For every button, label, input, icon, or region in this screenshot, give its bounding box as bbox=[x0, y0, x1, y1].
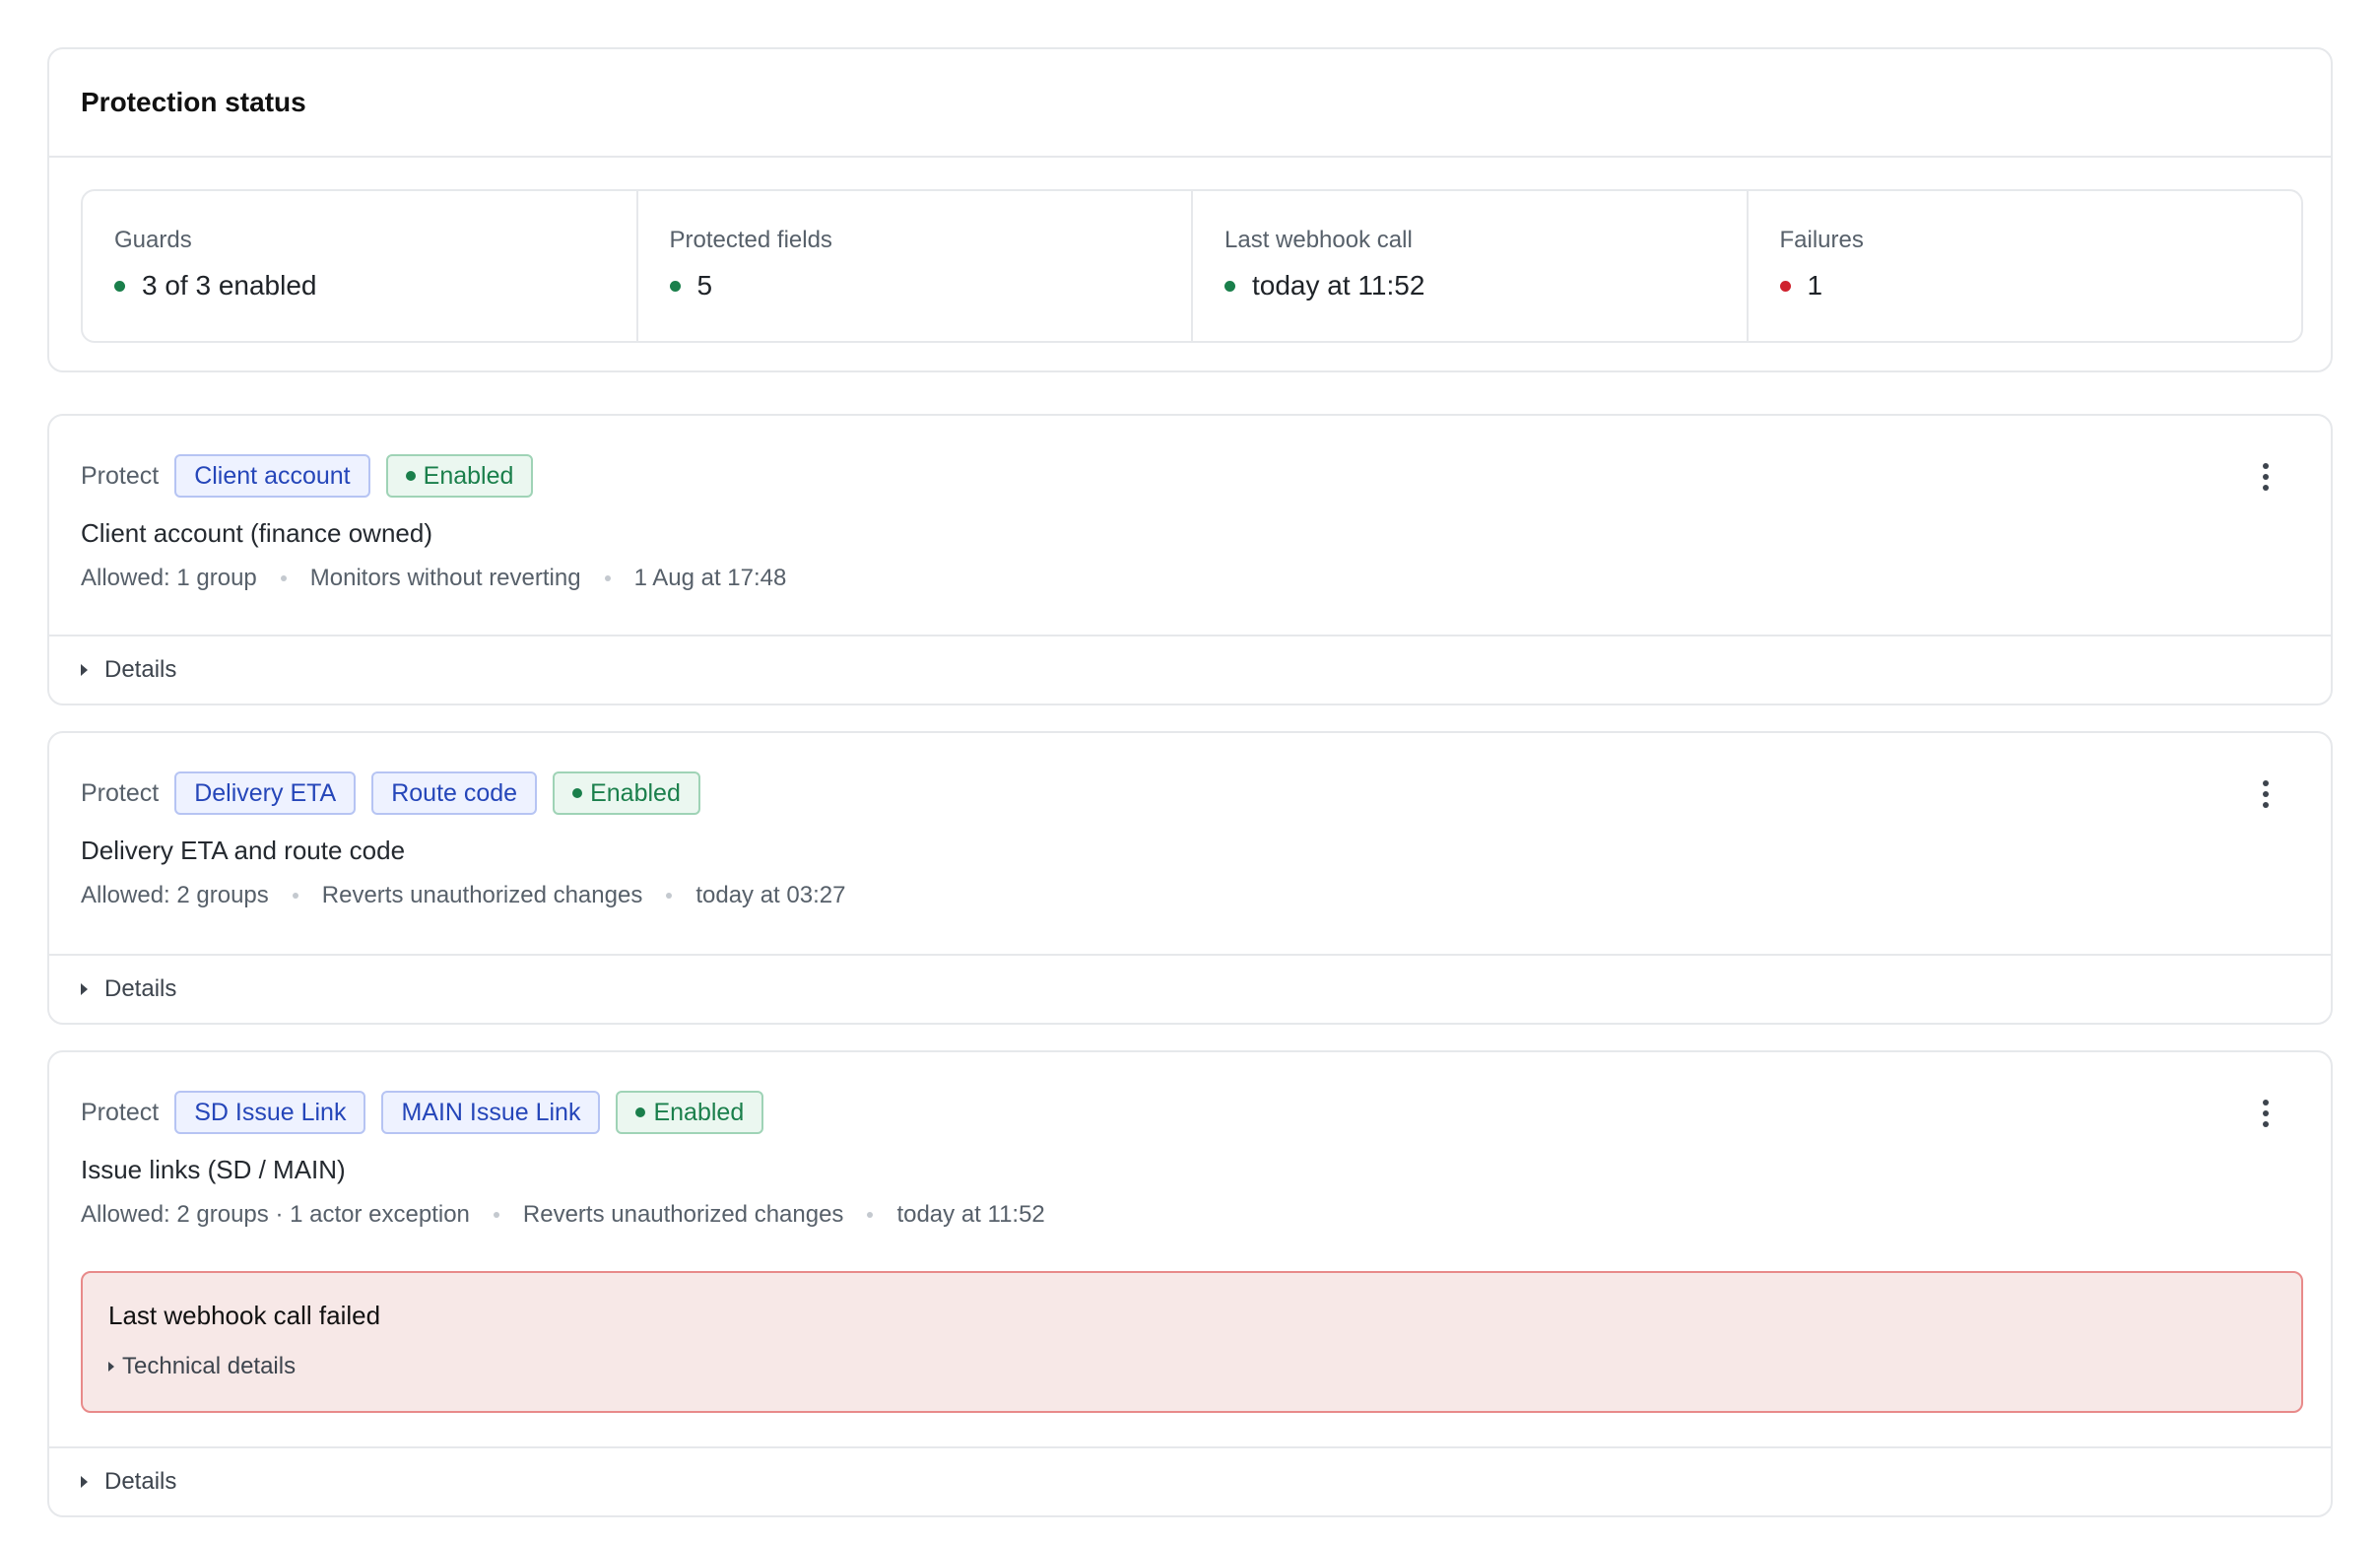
status-dot-icon bbox=[572, 788, 583, 798]
technical-details-toggle[interactable]: Technical details bbox=[108, 1353, 2276, 1380]
status-dot-icon bbox=[114, 280, 125, 292]
separator-dot bbox=[493, 1212, 499, 1218]
status-dot-icon bbox=[669, 280, 681, 292]
enabled-badge: Enabled bbox=[385, 454, 534, 498]
status-value-text: 5 bbox=[696, 270, 713, 301]
details-label: Details bbox=[104, 1468, 177, 1495]
kebab-menu-icon[interactable] bbox=[2256, 776, 2276, 812]
enabled-badge-label: Enabled bbox=[423, 461, 514, 490]
status-label: Protected fields bbox=[669, 227, 832, 253]
enabled-badge-label: Enabled bbox=[590, 778, 681, 807]
separator-dot bbox=[666, 893, 673, 899]
details-toggle[interactable]: Details bbox=[49, 1446, 2331, 1515]
guard-tags-row: Protect Delivery ETA Route code Enabled bbox=[81, 770, 2299, 816]
details-label: Details bbox=[104, 975, 177, 1002]
status-value: 5 bbox=[669, 270, 1192, 302]
kebab-menu-icon[interactable] bbox=[2256, 459, 2276, 495]
status-cell-protected-fields: Protected fields 5 bbox=[638, 191, 1193, 341]
status-cell-failures: Failures 1 bbox=[1749, 191, 2302, 341]
separator-dot bbox=[280, 575, 287, 581]
field-tag: Client account bbox=[174, 454, 370, 498]
guard-meta: Allowed: 2 groups · 1 actor exception Re… bbox=[81, 1201, 2299, 1229]
guard-name: Issue links (SD / MAIN) bbox=[81, 1155, 346, 1184]
guard-body: Protect Client account Enabled Client ac… bbox=[49, 416, 2331, 592]
separator-dot bbox=[292, 893, 298, 899]
meta-timestamp: 1 Aug at 17:48 bbox=[633, 565, 787, 591]
guard-tags-row: Protect SD Issue Link MAIN Issue Link En… bbox=[81, 1090, 2299, 1135]
meta-timestamp: today at 11:52 bbox=[896, 1201, 1045, 1228]
field-tag: Route code bbox=[371, 771, 538, 815]
enabled-badge: Enabled bbox=[616, 1091, 764, 1134]
guard-card: Protect Client account Enabled Client ac… bbox=[47, 414, 2333, 705]
status-cell-last-webhook: Last webhook call today at 11:52 bbox=[1193, 191, 1749, 341]
meta-allowed: Allowed: 2 groups · 1 actor exception bbox=[81, 1201, 470, 1228]
meta-mode: Reverts unauthorized changes bbox=[321, 882, 643, 908]
details-label: Details bbox=[104, 656, 177, 683]
technical-details-label: Technical details bbox=[122, 1353, 297, 1379]
enabled-badge-label: Enabled bbox=[653, 1098, 745, 1126]
webhook-error-alert: Last webhook call failed Technical detai… bbox=[81, 1271, 2303, 1413]
caret-right-icon bbox=[108, 1362, 114, 1372]
status-summary-grid: Guards 3 of 3 enabled Protected fields 5… bbox=[81, 189, 2303, 343]
guard-card: Protect Delivery ETA Route code Enabled … bbox=[47, 731, 2333, 1025]
separator-dot bbox=[604, 575, 611, 581]
meta-mode: Monitors without reverting bbox=[309, 565, 581, 591]
details-toggle[interactable]: Details bbox=[49, 954, 2331, 1023]
protect-label: Protect bbox=[81, 1098, 160, 1126]
status-header: Protection status bbox=[49, 49, 2331, 158]
caret-right-icon bbox=[81, 983, 88, 995]
page: Protection status Guards 3 of 3 enabled … bbox=[0, 0, 2380, 1541]
status-value-text: today at 11:52 bbox=[1252, 270, 1425, 301]
guard-body: Protect SD Issue Link MAIN Issue Link En… bbox=[49, 1052, 2331, 1229]
caret-right-icon bbox=[81, 1476, 88, 1488]
protection-status-card: Protection status Guards 3 of 3 enabled … bbox=[47, 47, 2333, 372]
status-dot-icon bbox=[1224, 280, 1235, 292]
field-tag: Delivery ETA bbox=[174, 771, 357, 815]
guard-meta: Allowed: 2 groups Reverts unauthorized c… bbox=[81, 882, 2299, 909]
meta-allowed: Allowed: 2 groups bbox=[81, 882, 269, 908]
guard-body: Protect Delivery ETA Route code Enabled … bbox=[49, 733, 2331, 909]
separator-dot bbox=[867, 1212, 874, 1218]
status-cell-guards: Guards 3 of 3 enabled bbox=[83, 191, 638, 341]
protect-label: Protect bbox=[81, 778, 160, 807]
status-value-text: 3 of 3 enabled bbox=[142, 270, 317, 301]
details-toggle[interactable]: Details bbox=[49, 635, 2331, 704]
guard-meta: Allowed: 1 group Monitors without revert… bbox=[81, 565, 2299, 592]
meta-allowed: Allowed: 1 group bbox=[81, 565, 257, 591]
guard-name: Delivery ETA and route code bbox=[81, 836, 406, 865]
field-tag: SD Issue Link bbox=[174, 1091, 366, 1134]
field-tag: MAIN Issue Link bbox=[381, 1091, 601, 1134]
status-value-text: 1 bbox=[1807, 270, 1823, 301]
status-dot-icon bbox=[635, 1107, 646, 1117]
protect-label: Protect bbox=[81, 461, 160, 490]
status-label: Failures bbox=[1779, 227, 1864, 253]
enabled-badge: Enabled bbox=[553, 771, 700, 815]
status-dot-icon bbox=[1779, 280, 1791, 292]
status-value: 3 of 3 enabled bbox=[114, 270, 636, 302]
status-value: 1 bbox=[1779, 270, 2302, 302]
error-title: Last webhook call failed bbox=[108, 1301, 381, 1330]
meta-mode: Reverts unauthorized changes bbox=[522, 1201, 844, 1228]
status-title: Protection status bbox=[81, 87, 306, 117]
status-label: Last webhook call bbox=[1224, 227, 1413, 253]
status-dot-icon bbox=[405, 471, 416, 481]
guard-name: Client account (finance owned) bbox=[81, 518, 432, 548]
status-label: Guards bbox=[114, 227, 192, 253]
caret-right-icon bbox=[81, 664, 88, 676]
kebab-menu-icon[interactable] bbox=[2256, 1096, 2276, 1131]
meta-timestamp: today at 03:27 bbox=[695, 882, 846, 908]
status-value: today at 11:52 bbox=[1224, 270, 1747, 302]
guard-card: Protect SD Issue Link MAIN Issue Link En… bbox=[47, 1050, 2333, 1517]
guard-tags-row: Protect Client account Enabled bbox=[81, 453, 2299, 499]
